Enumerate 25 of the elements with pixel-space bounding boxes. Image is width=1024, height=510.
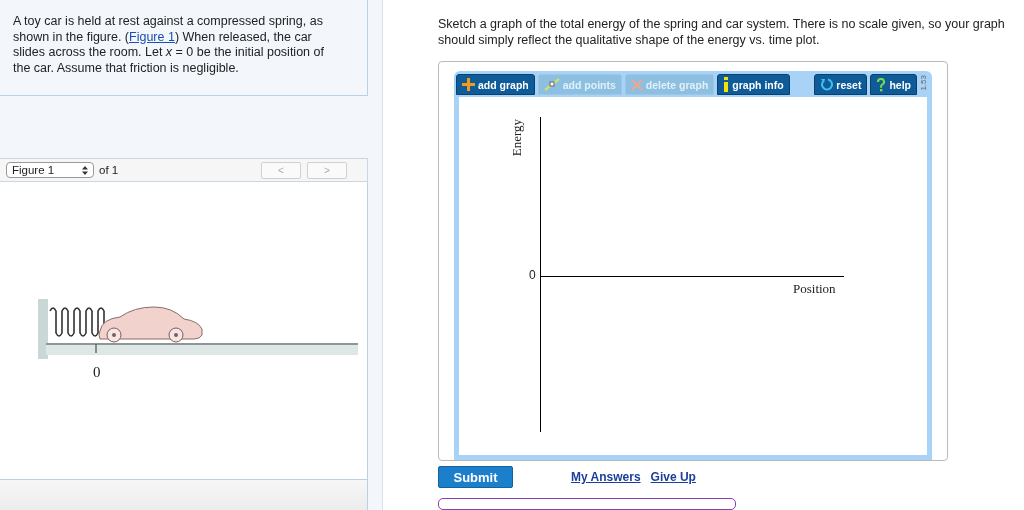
problem-text: A toy car is held at rest against a compressed spring, as shown in the figure. (Figure 1) When released, the car slides across the room. Let x = 0 be the initial position of the car. Assume that friction is negligible. (0, 0, 368, 96)
toolbar-button[interactable]: graph info (717, 74, 790, 95)
stepper-icon (82, 165, 88, 175)
toolbar-button[interactable]: reset (814, 74, 868, 95)
graph-canvas[interactable]: Energy 0 Position (454, 95, 932, 460)
x-axis-label: Position (793, 281, 836, 297)
cross-icon (630, 78, 643, 91)
answer-link[interactable]: My Answers (571, 470, 641, 485)
toolbar-button[interactable]: help (870, 74, 917, 95)
origin-label: 0 (529, 268, 536, 282)
reset-icon (820, 78, 834, 91)
figure-link[interactable]: Figure 1 (129, 29, 175, 44)
info-icon (723, 77, 730, 92)
toolbar-button[interactable]: add graph (456, 74, 535, 95)
answer-link[interactable]: Give Up (650, 470, 696, 485)
figure-count: of 1 (99, 164, 119, 176)
plus-icon (462, 78, 475, 91)
question-text: Sketch a graph of the total energy of the spring and car system. There is no scale given, so your graph should simply reflect the qualitative shape of the energy vs. time plot. (438, 17, 1006, 48)
line-points-icon (543, 78, 560, 91)
submit-button[interactable]: Submit (438, 466, 513, 489)
version-label: 1.53 (919, 75, 929, 91)
help-icon (876, 77, 887, 92)
axis-label: 0 (93, 364, 102, 381)
figure-select[interactable]: Figure 1 (6, 162, 94, 178)
y-axis-label: Energy (509, 119, 525, 157)
